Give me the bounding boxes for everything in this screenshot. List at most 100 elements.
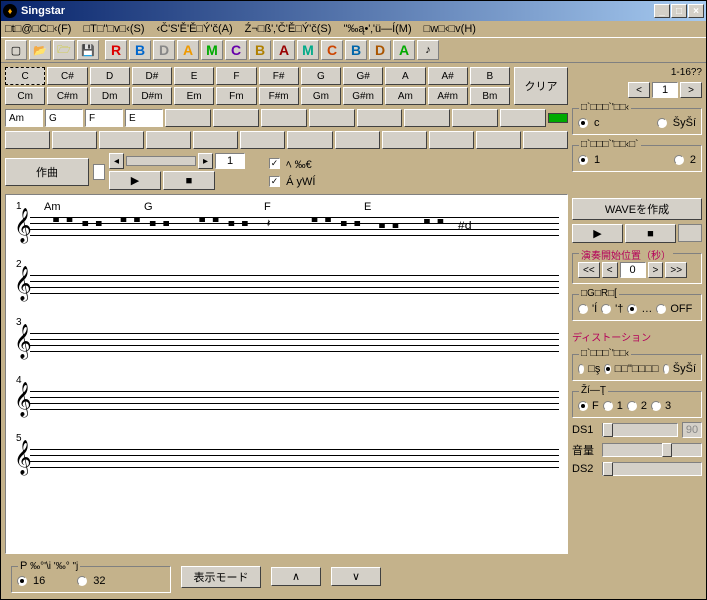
major-b[interactable]: B: [470, 67, 510, 85]
radio-g3-3[interactable]: [656, 304, 666, 314]
toolbar-letter-c-9[interactable]: C: [321, 40, 343, 60]
wave-play-button[interactable]: ▶: [572, 224, 623, 243]
open-icon[interactable]: 📂: [29, 40, 51, 60]
toolbar-letter-d-11[interactable]: D: [369, 40, 391, 60]
slot-erow2-8[interactable]: [382, 131, 427, 149]
checkbox-a[interactable]: [269, 158, 280, 169]
major-d[interactable]: D: [90, 67, 130, 85]
menu-help[interactable]: □w□‹□v(H): [424, 23, 476, 35]
major-f[interactable]: F: [216, 67, 256, 85]
slot-erow2-0[interactable]: [5, 131, 50, 149]
seq-1[interactable]: Am: [5, 109, 43, 127]
minimize-button[interactable]: _: [654, 4, 670, 18]
toolbar-letter-m-4[interactable]: M: [201, 40, 223, 60]
slot-erow1-4[interactable]: [357, 109, 403, 127]
close-button[interactable]: ×: [688, 4, 704, 18]
radio-g2-0[interactable]: [578, 155, 588, 165]
toolbar-letter-b-10[interactable]: B: [345, 40, 367, 60]
toolbar-letter-r-0[interactable]: R: [105, 40, 127, 60]
major-e[interactable]: E: [174, 67, 214, 85]
toolbar-letter-b-6[interactable]: B: [249, 40, 271, 60]
ds2-slider[interactable]: [602, 462, 702, 476]
minor-gsm[interactable]: G#m: [343, 87, 383, 105]
radio-p-32[interactable]: [77, 576, 87, 586]
minor-bm[interactable]: Bm: [470, 87, 510, 105]
minor-em[interactable]: Em: [174, 87, 214, 105]
menu-file[interactable]: □t□@□C□‹(F): [5, 23, 71, 35]
radio-g5-3[interactable]: [651, 401, 661, 411]
radio-p-16[interactable]: [17, 576, 27, 586]
staff-area[interactable]: 1 𝄞 AmGFE �: [5, 194, 568, 554]
down-button[interactable]: ∨: [331, 567, 381, 586]
compose-button[interactable]: 作曲: [5, 158, 89, 186]
major-g[interactable]: G: [301, 67, 341, 85]
scroll-left-button[interactable]: ◂: [109, 153, 124, 169]
check-a-row[interactable]: ﾍ ‰€: [269, 156, 315, 172]
toolbar-letter-d-2[interactable]: D: [153, 40, 175, 60]
radio-g4-1[interactable]: [604, 364, 610, 374]
slot-erow1-3[interactable]: [309, 109, 355, 127]
slot-erow1-1[interactable]: [213, 109, 259, 127]
menu-s[interactable]: Ź¬□ß'‚'Č'Ě□Ý'č(S): [245, 23, 332, 35]
perf-fwd-button[interactable]: >: [648, 262, 664, 278]
slot-erow2-1[interactable]: [52, 131, 97, 149]
radio-g5-1[interactable]: [603, 401, 613, 411]
minor-cm[interactable]: Cm: [5, 87, 45, 105]
slot-erow1-5[interactable]: [404, 109, 450, 127]
browse-icon[interactable]: 🗁: [53, 40, 75, 60]
scroll-track[interactable]: [126, 156, 196, 166]
maximize-button[interactable]: □: [671, 4, 687, 18]
radio-g5-2[interactable]: [627, 401, 637, 411]
stop-button[interactable]: ■: [163, 171, 215, 190]
slot-erow2-2[interactable]: [99, 131, 144, 149]
display-mode-button[interactable]: 表示モード: [181, 566, 261, 588]
radio-g3-0[interactable]: [578, 304, 588, 314]
minor-dsm[interactable]: D#m: [132, 87, 172, 105]
menu-m[interactable]: "‰ą•'‚'ü—Í(M): [343, 23, 411, 35]
major-cs[interactable]: C#: [47, 67, 87, 85]
seq-4[interactable]: E: [125, 109, 163, 127]
toolbar-letter-a-12[interactable]: A: [393, 40, 415, 60]
major-as[interactable]: A#: [428, 67, 468, 85]
small-box[interactable]: [93, 164, 105, 180]
seq-3[interactable]: F: [85, 109, 123, 127]
minor-dm[interactable]: Dm: [90, 87, 130, 105]
position-value[interactable]: 1: [215, 153, 245, 169]
slot-erow2-6[interactable]: [287, 131, 332, 149]
slot-erow2-3[interactable]: [146, 131, 191, 149]
page-prev-button[interactable]: <: [628, 82, 650, 98]
seq-2[interactable]: G: [45, 109, 83, 127]
perf-ffwd-button[interactable]: >>: [665, 262, 687, 278]
toolbar-letter-a-7[interactable]: A: [273, 40, 295, 60]
minor-gm[interactable]: Gm: [301, 87, 341, 105]
save-icon[interactable]: 💾: [77, 40, 99, 60]
slot-erow2-9[interactable]: [429, 131, 474, 149]
perf-rewind-button[interactable]: <<: [578, 262, 600, 278]
toolbar-letter-m-8[interactable]: M: [297, 40, 319, 60]
major-ds[interactable]: D#: [132, 67, 172, 85]
play-button[interactable]: ▶: [109, 171, 161, 190]
minor-fm[interactable]: Fm: [216, 87, 256, 105]
slot-erow2-7[interactable]: [335, 131, 380, 149]
major-c[interactable]: C: [5, 67, 45, 85]
volume-slider[interactable]: [602, 443, 702, 457]
radio-g1-1[interactable]: [657, 118, 667, 128]
metronome-icon[interactable]: ♪: [417, 40, 439, 60]
minor-fsm[interactable]: F#m: [259, 87, 299, 105]
slot-erow1-2[interactable]: [261, 109, 307, 127]
minor-asm[interactable]: A#m: [428, 87, 468, 105]
radio-g3-1[interactable]: [601, 304, 611, 314]
major-fs[interactable]: F#: [259, 67, 299, 85]
major-gs[interactable]: G#: [343, 67, 383, 85]
radio-g4-0[interactable]: [578, 364, 584, 374]
perf-back-button[interactable]: <: [602, 262, 618, 278]
minor-am[interactable]: Am: [385, 87, 425, 105]
radio-g3-2[interactable]: [627, 304, 637, 314]
slot-erow1-7[interactable]: [500, 109, 546, 127]
slot-erow1-6[interactable]: [452, 109, 498, 127]
page-next-button[interactable]: >: [680, 82, 702, 98]
wave-stop-button[interactable]: ■: [625, 224, 676, 243]
toolbar-letter-c-5[interactable]: C: [225, 40, 247, 60]
slot-erow1-0[interactable]: [165, 109, 211, 127]
create-wave-button[interactable]: WAVEを作成: [572, 198, 702, 220]
